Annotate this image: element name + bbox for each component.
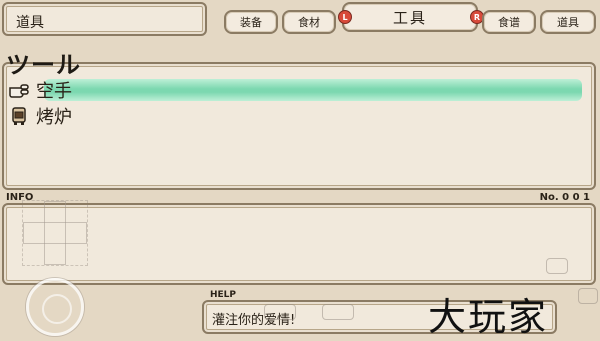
triangle-button[interactable] (546, 258, 568, 274)
info-panel (2, 203, 596, 285)
start-button[interactable] (322, 304, 354, 320)
tab-label: 装备 (240, 16, 262, 29)
list-item[interactable]: 烤炉 (8, 104, 72, 128)
circle-button[interactable] (578, 288, 598, 304)
tab-label: 道具 (557, 16, 579, 29)
tab-tools[interactable]: 工具 (342, 2, 478, 32)
list-item-label: 空手 (36, 81, 72, 102)
tab-equipment[interactable]: 装备 (224, 10, 278, 34)
tab-ingredients[interactable]: 食材 (282, 10, 336, 34)
section-label: ツール (6, 51, 81, 79)
tab-label: 食谱 (498, 16, 520, 29)
tab-label: 工具 (392, 8, 427, 27)
select-button[interactable] (264, 304, 296, 320)
tab-label: 食材 (298, 16, 320, 29)
dpad-up[interactable] (44, 201, 66, 223)
dpad-down[interactable] (44, 243, 66, 265)
list-item-label: 烤炉 (36, 107, 72, 128)
dpad-overlay[interactable] (22, 200, 88, 266)
title-box: 道具 (2, 2, 207, 36)
tab-items[interactable]: 道具 (540, 10, 596, 34)
oven-icon (8, 106, 30, 126)
dpad-right[interactable] (65, 222, 87, 244)
selection-highlight (44, 79, 582, 101)
tab-recipes[interactable]: 食谱 (482, 10, 536, 34)
help-label: HELP (210, 290, 237, 300)
page-title: 道具 (16, 15, 44, 31)
watermark-logo: 大玩家 (428, 295, 549, 339)
item-number: No. 0 0 1 (539, 192, 590, 203)
analog-stick[interactable] (26, 278, 84, 336)
hand-icon (8, 80, 30, 100)
dpad-left[interactable] (23, 222, 45, 244)
list-item[interactable]: 空手 (8, 78, 72, 102)
l-button-icon: L (338, 10, 352, 24)
